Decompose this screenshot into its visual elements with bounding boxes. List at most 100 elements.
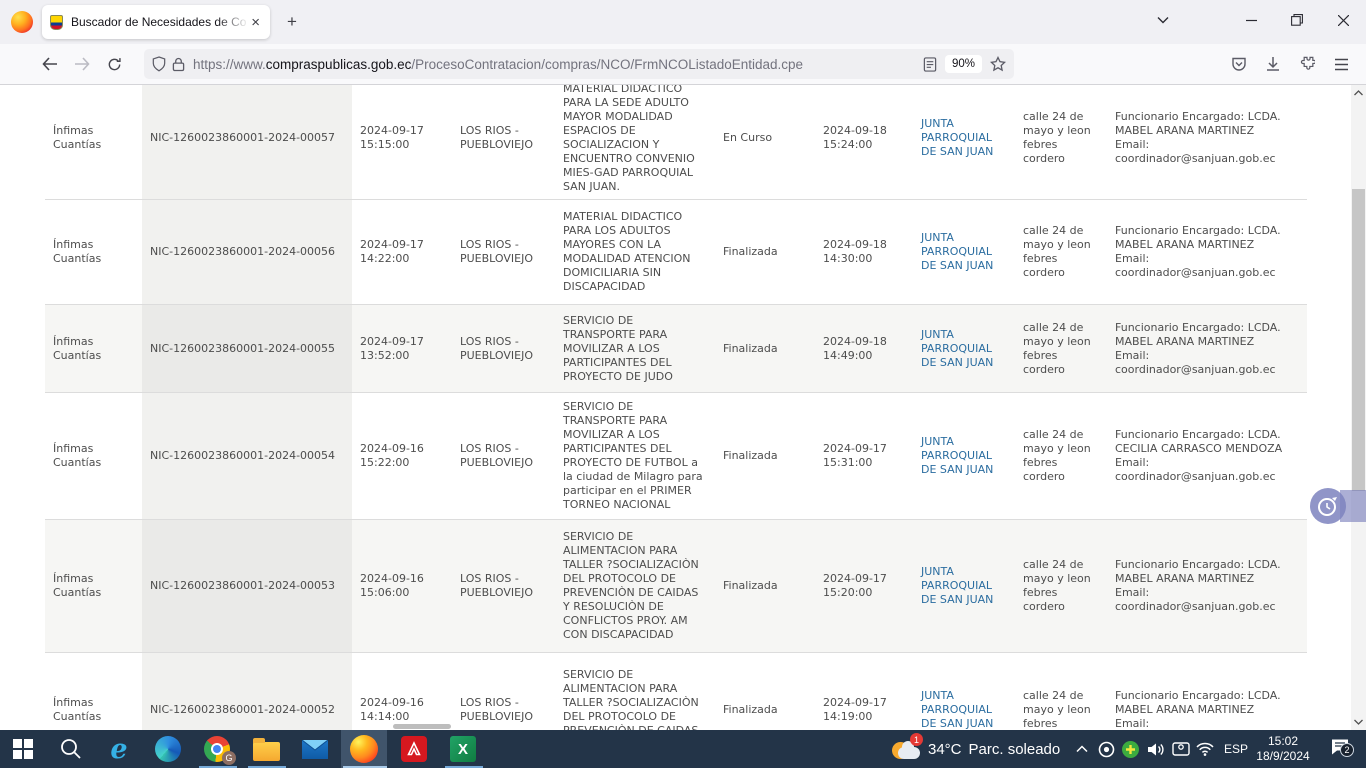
cell-address: calle 24 de mayo y leon febres cordero (1015, 520, 1107, 653)
forward-button[interactable] (66, 49, 98, 79)
action-center-button[interactable]: 2 (1320, 730, 1360, 768)
entity-link[interactable]: JUNTA PARROQUIAL DE SAN JUAN (921, 328, 993, 369)
tab-close-icon[interactable]: × (249, 15, 262, 30)
vertical-scrollbar[interactable] (1351, 85, 1366, 730)
reader-mode-icon[interactable] (923, 57, 937, 72)
windows-logo-icon (13, 739, 33, 759)
cell-description: MATERIAL DIDACTICO PARA LOS ADULTOS MAYO… (555, 200, 715, 305)
scroll-up-arrow-icon[interactable] (1351, 85, 1366, 101)
cell-end-date: 2024-09-17 14:19:00 (815, 653, 913, 731)
cell-publish-date: 2024-09-16 14:14:00 (352, 653, 452, 731)
cell-location: LOS RIOS - PUEBLOVIEJO (452, 85, 555, 200)
taskbar-chrome[interactable]: G (194, 730, 240, 768)
reload-button[interactable] (98, 49, 130, 79)
excel-icon: X (450, 736, 476, 762)
scroll-down-arrow-icon[interactable] (1351, 714, 1366, 730)
table-row: Ínfimas Cuantías NIC-1260023860001-2024-… (45, 305, 1307, 393)
cell-location: LOS RIOS - PUEBLOVIEJO (452, 305, 555, 393)
taskbar-mail[interactable] (292, 730, 338, 768)
taskbar-file-explorer[interactable] (243, 730, 289, 768)
cell-description: SERVICIO DE ALIMENTACION PARA TALLER ?SO… (555, 520, 715, 653)
browser-toolbar: https://www.compraspublicas.gob.ec/Proce… (0, 44, 1366, 85)
cell-process-code: NIC-1260023860001-2024-00056 (142, 200, 352, 305)
acrobat-icon (401, 736, 427, 762)
lock-icon[interactable] (172, 57, 185, 72)
taskbar-excel[interactable]: X (440, 730, 486, 768)
entity-link[interactable]: JUNTA PARROQUIAL DE SAN JUAN (921, 117, 993, 158)
taskbar-edge[interactable] (145, 730, 191, 768)
pocket-icon[interactable] (1222, 49, 1256, 79)
browser-tab[interactable]: Buscador de Necesidades de Co × (42, 5, 270, 39)
edge-icon (155, 736, 181, 762)
extensions-puzzle-icon[interactable] (1290, 49, 1324, 79)
tray-hidden-icons-chevron[interactable] (1071, 730, 1093, 768)
cell-status: Finalizada (715, 653, 815, 731)
cell-process-code: NIC-1260023860001-2024-00055 (142, 305, 352, 393)
weather-sun-cloud-icon: 1 (891, 736, 921, 762)
timer-clock-icon[interactable] (1310, 488, 1346, 524)
tray-antivirus-icon[interactable] (1119, 730, 1141, 768)
cell-process-type: Ínfimas Cuantías (45, 653, 142, 731)
zoom-level-badge[interactable]: 90% (945, 55, 982, 73)
entity-link[interactable]: JUNTA PARROQUIAL DE SAN JUAN (921, 231, 993, 272)
start-button[interactable] (0, 730, 46, 768)
tray-wifi-icon[interactable] (1193, 730, 1217, 768)
entity-link[interactable]: JUNTA PARROQUIAL DE SAN JUAN (921, 689, 993, 730)
tray-display-icon[interactable] (1169, 730, 1193, 768)
cell-publish-date: 2024-09-17 15:15:00 (352, 85, 452, 200)
close-window-button[interactable] (1320, 0, 1366, 40)
tray-language[interactable]: ESP (1218, 730, 1254, 768)
weather-alert-badge: 1 (910, 733, 923, 746)
back-button[interactable] (34, 49, 66, 79)
entity-link[interactable]: JUNTA PARROQUIAL DE SAN JUAN (921, 565, 993, 606)
tray-date: 18/9/2024 (1256, 749, 1309, 764)
taskbar-internet-explorer[interactable]: e (96, 730, 142, 768)
cell-location: LOS RIOS - PUEBLOVIEJO (452, 393, 555, 520)
url-bar[interactable]: https://www.compraspublicas.gob.ec/Proce… (144, 49, 1014, 79)
mail-icon (302, 740, 328, 759)
taskbar-firefox-active[interactable] (341, 730, 387, 768)
taskbar-search-button[interactable] (48, 730, 94, 768)
list-all-tabs-chevron-icon[interactable] (1146, 0, 1180, 40)
new-tab-button[interactable]: + (280, 10, 304, 34)
results-table: Ínfimas Cuantías NIC-1260023860001-2024-… (45, 85, 1307, 730)
cell-end-date: 2024-09-18 14:49:00 (815, 305, 913, 393)
tray-clock[interactable]: 15:02 18/9/2024 (1252, 730, 1314, 768)
tray-record-icon[interactable] (1095, 730, 1117, 768)
cell-publish-date: 2024-09-17 14:22:00 (352, 200, 452, 305)
file-explorer-icon (253, 742, 280, 761)
taskbar-weather[interactable]: 1 34°C Parc. soleado (891, 730, 1061, 768)
firefox-logo-icon (11, 11, 33, 33)
cell-entity: JUNTA PARROQUIAL DE SAN JUAN (913, 305, 1015, 393)
site-favicon-icon (50, 15, 63, 30)
table-row: Ínfimas Cuantías NIC-1260023860001-2024-… (45, 200, 1307, 305)
results-table-body: Ínfimas Cuantías NIC-1260023860001-2024-… (45, 85, 1307, 730)
horizontal-scrollbar-thumb[interactable] (393, 724, 451, 729)
cell-description: SERVICIO DE TRANSPORTE PARA MOVILIZAR A … (555, 393, 715, 520)
bookmark-star-icon[interactable] (990, 56, 1006, 72)
tray-volume-icon[interactable] (1143, 730, 1169, 768)
tracking-shield-icon[interactable] (152, 56, 166, 72)
cell-address: calle 24 de mayo y leon febres cordero (1015, 305, 1107, 393)
tray-time: 15:02 (1268, 734, 1298, 749)
minimize-button[interactable] (1228, 0, 1274, 40)
table-row: Ínfimas Cuantías NIC-1260023860001-2024-… (45, 85, 1307, 200)
firefox-icon (350, 735, 378, 763)
cell-end-date: 2024-09-18 15:24:00 (815, 85, 913, 200)
entity-link[interactable]: JUNTA PARROQUIAL DE SAN JUAN (921, 435, 993, 476)
cell-process-type: Ínfimas Cuantías (45, 520, 142, 653)
cell-process-code: NIC-1260023860001-2024-00054 (142, 393, 352, 520)
restore-button[interactable] (1274, 0, 1320, 40)
vertical-scrollbar-thumb[interactable] (1352, 189, 1365, 491)
cell-location: LOS RIOS - PUEBLOVIEJO (452, 520, 555, 653)
notification-count-badge: 2 (1340, 743, 1354, 757)
search-icon (59, 737, 83, 761)
cell-contact: Funcionario Encargado: LCDA. CECILIA CAR… (1107, 393, 1307, 520)
menu-hamburger-icon[interactable] (1324, 49, 1358, 79)
timer-widget[interactable] (1310, 488, 1356, 524)
downloads-icon[interactable] (1256, 49, 1290, 79)
weather-condition: Parc. soleado (969, 741, 1061, 758)
screen: Buscador de Necesidades de Co × + (0, 0, 1366, 768)
internet-explorer-icon: e (110, 736, 127, 763)
taskbar-acrobat[interactable] (391, 730, 437, 768)
